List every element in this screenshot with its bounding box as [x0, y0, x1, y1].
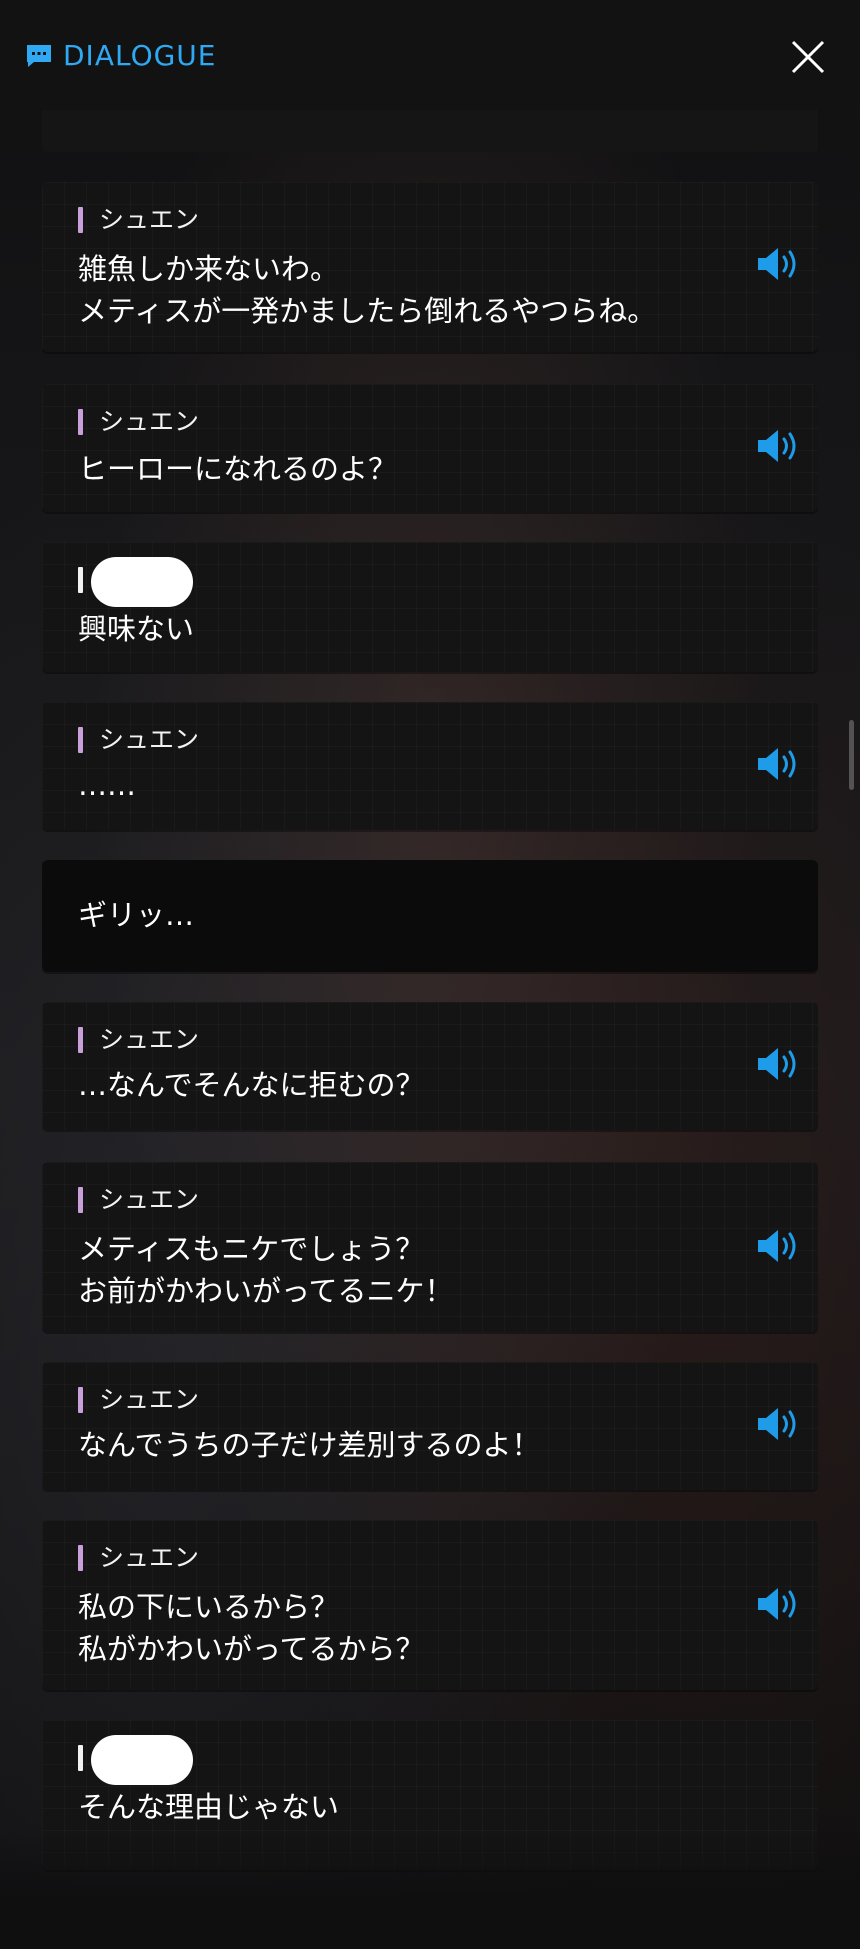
dialogue-card: シュエン ヒーローになれるのよ？: [42, 384, 818, 512]
play-voice-button[interactable]: [756, 426, 802, 466]
dialogue-card-partial: [42, 110, 818, 152]
play-voice-button[interactable]: [756, 1404, 802, 1444]
narration-line: ギリッ…: [78, 898, 195, 932]
speaker-volume-icon: [758, 1230, 796, 1262]
speaker-name: シュエン: [99, 205, 200, 234]
dialogue-line: お前がかわいがってるニケ！: [78, 1274, 454, 1308]
speaker-marker: [78, 727, 83, 753]
dialogue-line: 私の下にいるから？: [78, 1590, 340, 1624]
dialogue-line: ……: [78, 768, 136, 802]
dialogue-card: 興味ない: [42, 542, 818, 672]
speaker-label: シュエン: [78, 1544, 199, 1572]
speaker-marker: [78, 1187, 83, 1213]
speaker-volume-icon: [758, 1048, 796, 1080]
dialogue-header: DIALOGUE: [0, 0, 860, 110]
speaker-name: シュエン: [99, 1185, 200, 1214]
scrollbar-thumb[interactable]: [849, 720, 854, 790]
dialogue-line: ヒーローになれるのよ？: [78, 452, 398, 486]
dialogue-card: シュエン 私の下にいるから？ 私がかわいがってるから？: [42, 1520, 818, 1690]
play-voice-button[interactable]: [756, 1226, 802, 1266]
chat-bubble-icon: [27, 45, 51, 67]
dialogue-card: そんな理由じゃない: [42, 1720, 818, 1870]
header-title-group: DIALOGUE: [25, 41, 217, 71]
dialogue-card: シュエン 雑魚しか来ないわ。 メティスが一発かましたら倒れるやつらね。: [42, 182, 818, 352]
dialogue-card: シュエン …なんでそんなに拒むの？: [42, 1002, 818, 1130]
dialogue-line: 興味ない: [78, 612, 195, 646]
dialogue-line: メティスもニケでしょう？: [78, 1232, 425, 1266]
speaker-marker: [78, 567, 83, 593]
speaker-marker: [78, 1387, 83, 1413]
speaker-label: シュエン: [78, 1186, 199, 1214]
dialogue-card: シュエン なんでうちの子だけ差別するのよ！: [42, 1362, 818, 1490]
speaker-name: シュエン: [99, 407, 200, 436]
speaker-label: シュエン: [78, 1026, 199, 1054]
speaker-volume-icon: [758, 248, 796, 280]
dialogue-card: シュエン ……: [42, 702, 818, 830]
dialogue-line: 雑魚しか来ないわ。: [78, 252, 340, 286]
speaker-marker: [78, 1745, 83, 1771]
dialogue-line: 私がかわいがってるから？: [78, 1632, 425, 1666]
speaker-name: シュエン: [99, 1385, 200, 1414]
speaker-label: [78, 557, 193, 607]
speaker-volume-icon: [758, 748, 796, 780]
speaker-label: シュエン: [78, 1386, 199, 1414]
redacted-speaker-name: [91, 557, 193, 607]
speaker-volume-icon: [758, 430, 796, 462]
speaker-label: シュエン: [78, 408, 199, 436]
play-voice-button[interactable]: [756, 1584, 802, 1624]
close-icon: [791, 40, 825, 74]
speaker-volume-icon: [758, 1408, 796, 1440]
dialogue-line: なんでうちの子だけ差別するのよ！: [78, 1428, 541, 1462]
play-voice-button[interactable]: [756, 1044, 802, 1084]
play-voice-button[interactable]: [756, 744, 802, 784]
speaker-name: シュエン: [99, 725, 200, 754]
play-voice-button[interactable]: [756, 244, 802, 284]
redacted-speaker-name: [91, 1735, 193, 1785]
dialogue-line: そんな理由じゃない: [78, 1790, 340, 1824]
close-button[interactable]: [788, 37, 828, 77]
speaker-marker: [78, 1027, 83, 1053]
speaker-marker: [78, 409, 83, 435]
speaker-label: シュエン: [78, 206, 199, 234]
speaker-name: シュエン: [99, 1025, 200, 1054]
narration-card: ギリッ…: [42, 860, 818, 972]
speaker-label: シュエン: [78, 726, 199, 754]
dialogue-line: …なんでそんなに拒むの？: [78, 1068, 425, 1102]
speaker-name: シュエン: [99, 1543, 200, 1572]
speaker-volume-icon: [758, 1588, 796, 1620]
speaker-label: [78, 1735, 193, 1785]
dialogue-title: DIALOGUE: [63, 39, 217, 72]
speaker-marker: [78, 1545, 83, 1571]
dialogue-line: メティスが一発かましたら倒れるやつらね。: [78, 294, 657, 328]
dialogue-card: シュエン メティスもニケでしょう？ お前がかわいがってるニケ！: [42, 1162, 818, 1332]
speaker-marker: [78, 207, 83, 233]
